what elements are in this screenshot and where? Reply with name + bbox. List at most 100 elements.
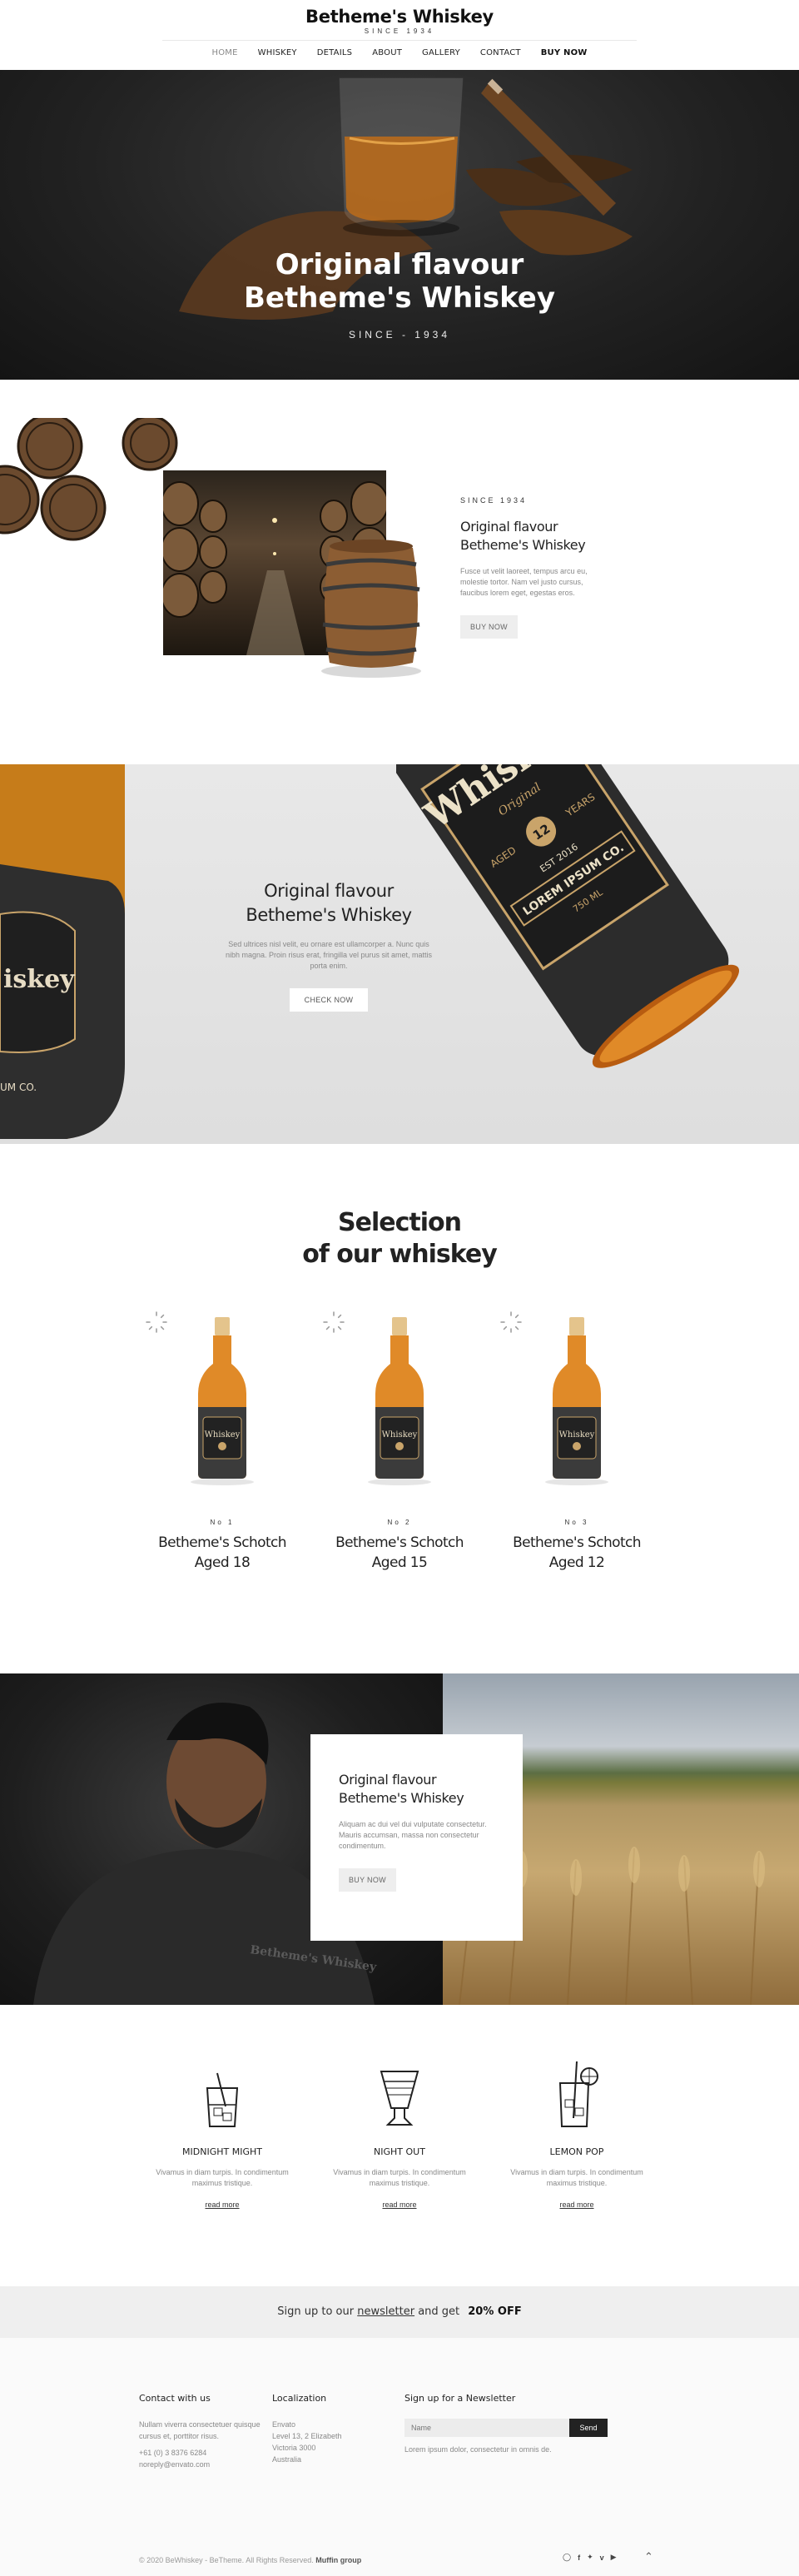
nav-details[interactable]: DETAILS <box>307 48 362 57</box>
footer-contact-paragraph: Nullam viverra consectetuer quisque curs… <box>139 2420 261 2440</box>
promo-paragraph: Aliquam ac dui vel dui vulputate consect… <box>339 1820 487 1850</box>
product-name[interactable]: Betheme's Schotch Aged 15 <box>320 1533 479 1573</box>
copyright-text: © 2020 BeWhiskey - BeTheme. All Rights R… <box>139 2556 314 2564</box>
left-bottle-image: iskey UM CO. <box>0 764 125 1139</box>
product-card[interactable]: Whiskey No 2 Betheme's Schotch Aged 15 <box>320 1310 479 1573</box>
drink-title: MIDNIGHT MIGHT <box>182 2146 262 2157</box>
lemon-drink-icon <box>498 2055 656 2130</box>
skype-icon[interactable]: ◯ <box>563 2553 571 2562</box>
site-footer: Contact with us Nullam viverra consectet… <box>0 2338 799 2576</box>
nav-about[interactable]: ABOUT <box>362 48 412 57</box>
product-name-line2: Aged 18 <box>194 1554 251 1571</box>
product-name-line1: Betheme's Schotch <box>513 1534 641 1551</box>
drinks-section: MIDNIGHT MIGHT Vivamus in diam turpis. I… <box>0 2005 799 2286</box>
barrel-image <box>321 540 421 678</box>
product-card[interactable]: Whiskey No 3 Betheme's Schotch Aged 12 <box>498 1310 656 1573</box>
hero-title-line2: Betheme's Whiskey <box>244 281 555 315</box>
nav-home[interactable]: HOME <box>202 48 248 57</box>
newsletter-form: Send <box>404 2419 621 2437</box>
product-image[interactable]: Whiskey <box>498 1310 656 1485</box>
product-image[interactable]: Whiskey <box>143 1310 301 1485</box>
promo-title: Original flavour Betheme's Whiskey <box>339 1771 494 1808</box>
drink-title: LEMON POP <box>549 2146 604 2157</box>
product-number: No 2 <box>387 1519 412 1526</box>
footer-contact-title: Contact with us <box>139 2393 211 2404</box>
footer-email[interactable]: noreply@envato.com <box>139 2459 264 2470</box>
story-section: SINCE 1934 Original flavour Betheme's Wh… <box>0 380 799 763</box>
newsletter-bar-middle: and get <box>418 2305 460 2318</box>
footer-contact: Contact with us Nullam viverra consectet… <box>139 2393 264 2470</box>
product-card[interactable]: Whiskey No 1 Betheme's Schotch Aged 18 <box>143 1310 301 1573</box>
hero-section: Original flavour Betheme's Whiskey SINCE… <box>0 70 799 380</box>
story-title: Original flavour Betheme's Whiskey <box>460 518 610 554</box>
selection-title-line1: Selection <box>338 1208 462 1237</box>
read-more-link[interactable]: read more <box>205 2201 239 2209</box>
left-bottle-brand: iskey <box>3 965 76 994</box>
footer-localization-title: Localization <box>272 2393 327 2404</box>
social-links: ◯ f ✦ v ▶ <box>563 2553 617 2562</box>
selection-section: Selection of our whiskey Whiskey No 1 Be… <box>0 1144 799 1673</box>
read-more-link[interactable]: read more <box>382 2201 416 2209</box>
story-title-line2: Betheme's Whiskey <box>460 537 586 553</box>
mini-bottle-brand: Whiskey <box>205 1430 241 1440</box>
nav-contact[interactable]: CONTACT <box>470 48 531 57</box>
footer-localization: Localization Envato Level 13, 2 Elizabet… <box>272 2393 389 2465</box>
drink-text: Vivamus in diam turpis. In condimentum m… <box>510 2168 643 2187</box>
check-now-button[interactable]: CHECK NOW <box>289 988 369 1012</box>
site-header: Betheme's Whiskey SINCE 1934 HOME WHISKE… <box>0 0 799 70</box>
left-bottle-label: UM CO. <box>0 1082 37 1093</box>
read-more-link[interactable]: read more <box>559 2201 593 2209</box>
drink-title: NIGHT OUT <box>374 2146 425 2157</box>
product-name-line2: Aged 15 <box>371 1554 428 1571</box>
story-buy-now-button[interactable]: BUY NOW <box>460 615 518 639</box>
product-name-line2: Aged 12 <box>548 1554 605 1571</box>
copyright-brand-link[interactable]: Muffin group <box>315 2556 361 2564</box>
story-overline: SINCE 1934 <box>460 496 528 505</box>
selection-title-line2: of our whiskey <box>302 1240 498 1269</box>
nav-whiskey[interactable]: WHISKEY <box>248 48 307 57</box>
footer-newsletter-title: Sign up for a Newsletter <box>404 2393 516 2404</box>
whiskey-bottle-icon: Whiskey <box>191 1317 254 1485</box>
shot-glass-icon <box>320 2055 479 2130</box>
logo-subtitle: SINCE 1934 <box>364 27 435 35</box>
nav-divider <box>162 40 637 41</box>
logo[interactable]: Betheme's Whiskey SINCE 1934 <box>0 7 799 35</box>
twitter-icon[interactable]: ✦ <box>587 2553 593 2562</box>
newsletter-link[interactable]: newsletter <box>357 2305 414 2318</box>
promo-card: Original flavour Betheme's Whiskey Aliqu… <box>310 1734 523 1941</box>
nav-buy-now[interactable]: BUY NOW <box>531 48 598 57</box>
footer-address: Envato Level 13, 2 Elizabeth Victoria 30… <box>272 2419 389 2465</box>
drink-card: NIGHT OUT Vivamus in diam turpis. In con… <box>320 2055 479 2211</box>
promo-title-line2: Betheme's Whiskey <box>339 1790 464 1806</box>
product-name-line1: Betheme's Schotch <box>158 1534 286 1551</box>
main-nav: HOME WHISKEY DETAILS ABOUT GALLERY CONTA… <box>0 48 799 57</box>
hero-since: SINCE - 1934 <box>348 329 451 341</box>
product-number: No 1 <box>210 1519 235 1526</box>
newsletter-bar-prefix: Sign up to our <box>277 2305 355 2318</box>
cocktail-glass-icon <box>143 2055 301 2130</box>
address-line: Level 13, 2 Elizabeth <box>272 2432 342 2440</box>
selection-title: Selection of our whiskey <box>0 1207 799 1271</box>
product-name[interactable]: Betheme's Schotch Aged 18 <box>143 1533 301 1573</box>
address-line: Victoria 3000 <box>272 2444 316 2452</box>
hero-title-line1: Original flavour <box>275 248 524 281</box>
back-to-top-chevron-up-icon[interactable]: ⌃ <box>644 2550 653 2564</box>
newsletter-name-input[interactable] <box>404 2419 569 2437</box>
product-name[interactable]: Betheme's Schotch Aged 12 <box>498 1533 656 1573</box>
youtube-icon[interactable]: ▶ <box>611 2553 617 2562</box>
newsletter-send-button[interactable]: Send <box>569 2419 608 2437</box>
footer-phone[interactable]: +61 (0) 3 8376 6284 <box>139 2447 264 2459</box>
story-text: SINCE 1934 Original flavour Betheme's Wh… <box>460 496 610 639</box>
mini-bottle-brand: Whiskey <box>382 1430 418 1440</box>
promo-section: Betheme's Whiskey Original flavour Bethe… <box>0 1673 799 2005</box>
vimeo-icon[interactable]: v <box>600 2554 604 2562</box>
story-title-line1: Original flavour <box>460 519 558 535</box>
nav-gallery[interactable]: GALLERY <box>412 48 470 57</box>
facebook-icon[interactable]: f <box>578 2554 580 2562</box>
whiskey-bottle-icon: Whiskey <box>545 1317 608 1485</box>
product-image[interactable]: Whiskey <box>320 1310 479 1485</box>
logo-title[interactable]: Betheme's Whiskey <box>0 7 799 27</box>
mini-bottle-brand: Whiskey <box>559 1430 595 1440</box>
drink-card: MIDNIGHT MIGHT Vivamus in diam turpis. I… <box>143 2055 301 2211</box>
promo-buy-now-button[interactable]: BUY NOW <box>339 1868 396 1892</box>
